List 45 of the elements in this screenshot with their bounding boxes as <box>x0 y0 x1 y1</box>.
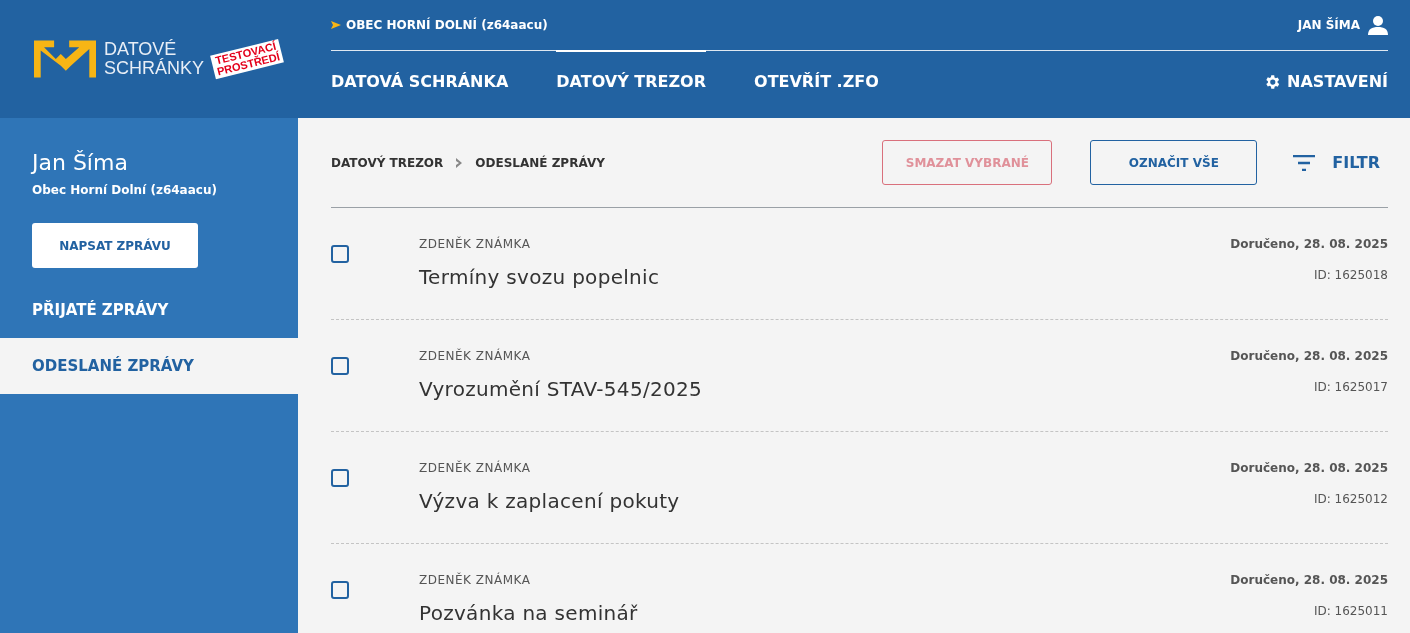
message-sender: ZDENĚK ZNÁMKA <box>419 349 532 363</box>
logo-icon <box>34 40 96 78</box>
message-id: ID: 1625018 <box>1313 268 1388 282</box>
message-subject: Pozvánka na seminář <box>419 601 639 625</box>
message-row[interactable]: ZDENĚK ZNÁMKA Výzva k zaplacení pokuty Doručeno, 28. 08. 2025 ID: 1625012 <box>331 432 1388 544</box>
message-subject: Výzva k zaplacení pokuty <box>419 489 681 513</box>
message-subject: Termíny svozu popelnic <box>419 265 661 289</box>
message-subject: Vyrozumění STAV-545/2025 <box>419 377 704 401</box>
message-row[interactable]: ZDENĚK ZNÁMKA Pozvánka na seminář Doručeno, 28. 08. 2025 ID: 1625011 <box>331 544 1388 633</box>
user-menu[interactable]: JAN ŠÍMA <box>1297 15 1388 35</box>
checkbox[interactable] <box>331 581 349 599</box>
settings-link[interactable]: NASTAVENÍ <box>1263 51 1388 91</box>
message-sender: ZDENĚK ZNÁMKA <box>419 237 532 251</box>
checkbox[interactable] <box>331 245 349 263</box>
compose-button[interactable]: NAPSAT ZPRÁVU <box>32 223 198 268</box>
checkbox[interactable] <box>331 469 349 487</box>
delivery-status: Doručeno, 28. 08. 2025 <box>1230 237 1388 251</box>
delivery-status: Doručeno, 28. 08. 2025 <box>1230 573 1388 587</box>
user-icon <box>1368 15 1388 35</box>
breadcrumb-link[interactable]: DATOVÝ TREZOR <box>331 155 444 170</box>
message-row[interactable]: ZDENĚK ZNÁMKA Vyrozumění STAV-545/2025 Doručeno, 28. 08. 2025 ID: 1625017 <box>331 320 1388 432</box>
logo-text: DATOVÉ <box>104 40 177 59</box>
message-sender: ZDENĚK ZNÁMKA <box>419 461 532 475</box>
delivery-status: Doručeno, 28. 08. 2025 <box>1230 461 1388 475</box>
filter-button[interactable]: FILTR <box>1293 153 1388 172</box>
message-id: ID: 1625017 <box>1313 380 1388 394</box>
checkbox[interactable] <box>331 357 349 375</box>
select-all-button[interactable]: OZNAČIT VŠE <box>1090 140 1258 185</box>
breadcrumb-link[interactable]: ODESLANÉ ZPRÁVY <box>475 155 605 170</box>
message-id: ID: 1625011 <box>1313 604 1388 618</box>
user-name: Jan Šíma <box>30 150 129 175</box>
logo-text: SCHRÁNKY <box>104 59 205 78</box>
message-id: ID: 1625012 <box>1313 492 1388 506</box>
message-sender: ZDENĚK ZNÁMKA <box>419 573 532 587</box>
message-row[interactable]: ZDENĚK ZNÁMKA Termíny svozu popelnic Doručeno, 28. 08. 2025 ID: 1625018 <box>331 208 1388 320</box>
triangle-icon <box>331 21 341 29</box>
nav-tab[interactable]: DATOVÁ SCHRÁNKA <box>331 50 509 91</box>
delivery-status: Doručeno, 28. 08. 2025 <box>1230 349 1388 363</box>
sidebar-item[interactable]: ODESLANÉ ZPRÁVY <box>0 338 298 394</box>
nav-tab[interactable]: DATOVÝ TREZOR <box>556 50 707 91</box>
chevron-icon <box>455 157 464 168</box>
organization-name: Obec Horní Dolní (z64aacu) <box>31 182 218 197</box>
filter-icon <box>1293 154 1316 171</box>
nav-tab[interactable]: OTEVŘÍT .ZFO <box>754 50 879 91</box>
sidebar-item[interactable]: PŘIJATÉ ZPRÁVY <box>0 282 298 338</box>
